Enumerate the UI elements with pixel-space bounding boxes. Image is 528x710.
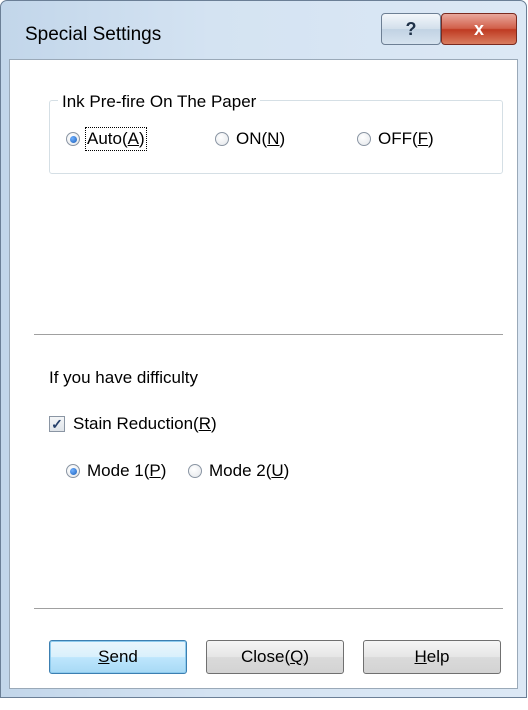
radio-auto[interactable]: Auto(A) [66,127,147,151]
help-button[interactable]: Help [363,640,501,674]
close-icon: x [473,18,484,39]
radio-on[interactable]: ON(N) [215,129,285,149]
send-button[interactable]: Send [49,640,187,674]
stain-reduction-label[interactable]: Stain Reduction(R) [73,414,217,434]
section-divider [34,334,503,336]
background-strip [0,698,528,710]
radio-mode-2[interactable]: Mode 2(U) [188,461,289,481]
radio-mode-1-circle[interactable] [66,464,80,478]
radio-mode-1[interactable]: Mode 1(P) [66,461,166,481]
close-button[interactable]: Close(Q) [206,640,344,674]
title-bar[interactable]: Special Settings ? x [1,1,526,59]
radio-auto-circle[interactable] [66,132,80,146]
radio-mode-1-label[interactable]: Mode 1(P) [87,461,166,481]
stain-reduction-checkbox[interactable]: ✓ Stain Reduction(R) [49,414,217,434]
radio-mode-2-label[interactable]: Mode 2(U) [209,461,289,481]
difficulty-heading: If you have difficulty [49,368,198,387]
help-title-button[interactable]: ? [381,13,441,45]
radio-on-circle[interactable] [215,132,229,146]
radio-off-label[interactable]: OFF(F) [378,129,434,149]
radio-on-label[interactable]: ON(N) [236,129,285,149]
radio-auto-label[interactable]: Auto(A) [85,127,147,151]
checkmark-icon: ✓ [51,416,63,432]
dialog-title: Special Settings [25,24,162,45]
ink-prefire-group-label: Ink Pre-fire On The Paper [58,92,261,112]
radio-mode-2-circle[interactable] [188,464,202,478]
close-title-button[interactable]: x [441,13,517,45]
question-mark-icon: ? [405,18,417,39]
radio-off-circle[interactable] [357,132,371,146]
radio-off[interactable]: OFF(F) [357,129,434,149]
checkbox-box[interactable]: ✓ [49,416,65,432]
button-divider [34,608,503,610]
